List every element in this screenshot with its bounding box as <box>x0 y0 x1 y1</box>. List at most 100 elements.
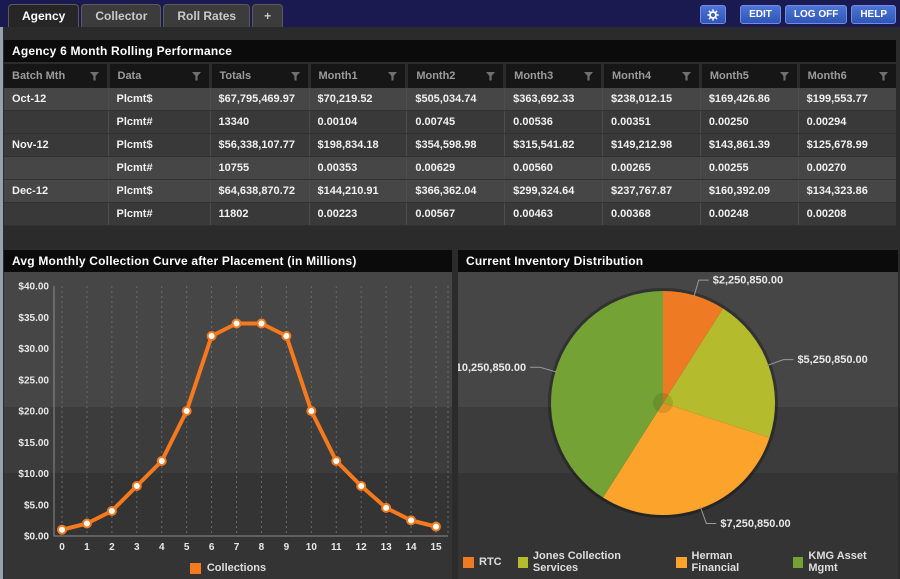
x-axis-label: 12 <box>356 542 368 553</box>
y-axis-label: $20.00 <box>18 407 49 418</box>
tab-collector[interactable]: Collector <box>81 4 161 27</box>
help-button[interactable]: HELP <box>851 5 896 24</box>
legend-item[interactable]: Herman Financial <box>676 550 777 574</box>
table-cell: $354,598.98 <box>407 134 505 157</box>
data-point[interactable] <box>257 320 265 328</box>
data-point[interactable] <box>407 516 415 524</box>
settings-button[interactable] <box>700 5 726 24</box>
table-cell: 13340 <box>210 111 309 134</box>
column-header[interactable]: Data <box>108 64 210 88</box>
pie-chart-svg: $2,250,850.00$5,250,850.00$7,250,850.00$… <box>458 272 898 579</box>
filter-icon[interactable] <box>584 72 594 81</box>
legend-item[interactable]: Jones Collection Services <box>518 550 661 574</box>
pie-legend: RTC Jones Collection Services Herman Finan… <box>458 550 898 574</box>
y-axis-label: $25.00 <box>18 375 49 386</box>
table-cell: 0.00223 <box>309 203 407 226</box>
data-point[interactable] <box>233 320 241 328</box>
x-axis-label: 1 <box>84 542 90 553</box>
table-cell: 0.00536 <box>505 111 603 134</box>
table-row[interactable]: Nov-12Plcmt$$56,338,107.77$198,834.18$35… <box>4 134 896 157</box>
table-cell: $199,553.77 <box>798 88 896 111</box>
filter-icon[interactable] <box>388 72 398 81</box>
table-cell: 0.00560 <box>505 157 603 180</box>
table-row[interactable]: Oct-12Plcmt$$67,795,469.97$70,219.52$505… <box>4 88 896 111</box>
table-cell: $64,638,870.72 <box>210 180 309 203</box>
tab-strip: Agency Collector Roll Rates + <box>8 4 283 27</box>
table-cell: Plcmt# <box>108 157 210 180</box>
data-point[interactable] <box>183 407 191 415</box>
legend-label: Jones Collection Services <box>533 550 660 574</box>
data-point[interactable] <box>133 482 141 490</box>
table-cell: 0.00351 <box>602 111 700 134</box>
table-cell: $134,323.86 <box>798 180 896 203</box>
table-cell: $198,834.18 <box>309 134 407 157</box>
legend-item[interactable]: RTC <box>463 556 502 568</box>
table-row[interactable]: Dec-12Plcmt$$64,638,870.72$144,210.91$36… <box>4 180 896 203</box>
table-cell: Nov-12 <box>4 134 108 157</box>
column-header[interactable]: Month1 <box>309 64 407 88</box>
data-point[interactable] <box>158 457 166 465</box>
performance-section: Agency 6 Month Rolling Performance Batch… <box>4 40 896 226</box>
x-axis-label: 0 <box>59 542 65 553</box>
log-off-button[interactable]: LOG OFF <box>785 5 847 24</box>
x-axis-label: 14 <box>406 542 418 553</box>
table-cell <box>4 111 108 134</box>
table-cell: $363,692.33 <box>505 88 603 111</box>
data-point[interactable] <box>382 504 390 512</box>
table-cell: $505,034.74 <box>407 88 505 111</box>
table-cell: $238,012.15 <box>602 88 700 111</box>
filter-icon[interactable] <box>486 72 496 81</box>
filter-icon[interactable] <box>879 72 889 81</box>
tab-agency[interactable]: Agency <box>8 4 79 27</box>
column-header-label: Month5 <box>710 70 749 82</box>
pie-center <box>653 393 673 413</box>
charts-row: Avg Monthly Collection Curve after Place… <box>4 250 898 579</box>
data-point[interactable] <box>307 407 315 415</box>
x-axis-label: 8 <box>259 542 265 553</box>
column-header[interactable]: Month2 <box>407 64 505 88</box>
data-point[interactable] <box>58 526 66 534</box>
filter-icon[interactable] <box>291 72 301 81</box>
legend-swatch <box>518 557 528 568</box>
legend-swatch <box>463 557 474 568</box>
data-point[interactable] <box>357 482 365 490</box>
column-header[interactable]: Totals <box>210 64 309 88</box>
gear-icon <box>707 9 719 21</box>
data-point[interactable] <box>282 332 290 340</box>
collections-swatch <box>190 563 201 574</box>
column-header[interactable]: Month5 <box>700 64 798 88</box>
data-point[interactable] <box>332 457 340 465</box>
table-cell: Plcmt$ <box>108 180 210 203</box>
data-point[interactable] <box>83 520 91 528</box>
column-header[interactable]: Batch Mth <box>4 64 108 88</box>
y-axis-label: $35.00 <box>18 313 49 324</box>
filter-icon[interactable] <box>682 72 692 81</box>
table-cell: 0.00368 <box>602 203 700 226</box>
edit-button[interactable]: EDIT <box>740 5 781 24</box>
column-header[interactable]: Month4 <box>602 64 700 88</box>
tab-roll-rates[interactable]: Roll Rates <box>163 4 250 27</box>
x-axis-label: 3 <box>134 542 140 553</box>
column-header[interactable]: Month3 <box>505 64 603 88</box>
collection-curve-chart: $0.00$5.00$10.00$15.00$20.00$25.00$30.00… <box>4 272 452 579</box>
column-header[interactable]: Month6 <box>798 64 896 88</box>
table-row[interactable]: Plcmt#133400.001040.007450.005360.003510… <box>4 111 896 134</box>
column-header-label: Month2 <box>416 70 455 82</box>
data-point[interactable] <box>108 507 116 515</box>
data-point[interactable] <box>432 523 440 531</box>
x-axis-label: 5 <box>184 542 190 553</box>
legend-item[interactable]: KMG Asset Mgmt <box>793 550 893 574</box>
table-row[interactable]: Plcmt#118020.002230.005670.004630.003680… <box>4 203 896 226</box>
table-cell: $299,324.64 <box>505 180 603 203</box>
performance-title: Agency 6 Month Rolling Performance <box>4 40 896 62</box>
y-axis-label: $15.00 <box>18 438 49 449</box>
filter-icon[interactable] <box>780 72 790 81</box>
filter-icon[interactable] <box>90 72 100 81</box>
filter-icon[interactable] <box>192 72 202 81</box>
table-cell: 0.00567 <box>407 203 505 226</box>
table-row[interactable]: Plcmt#107550.003530.006290.005600.002650… <box>4 157 896 180</box>
slice-label: $2,250,850.00 <box>713 275 783 287</box>
tab-add[interactable]: + <box>252 4 283 27</box>
table-cell: 0.00463 <box>505 203 603 226</box>
data-point[interactable] <box>208 332 216 340</box>
